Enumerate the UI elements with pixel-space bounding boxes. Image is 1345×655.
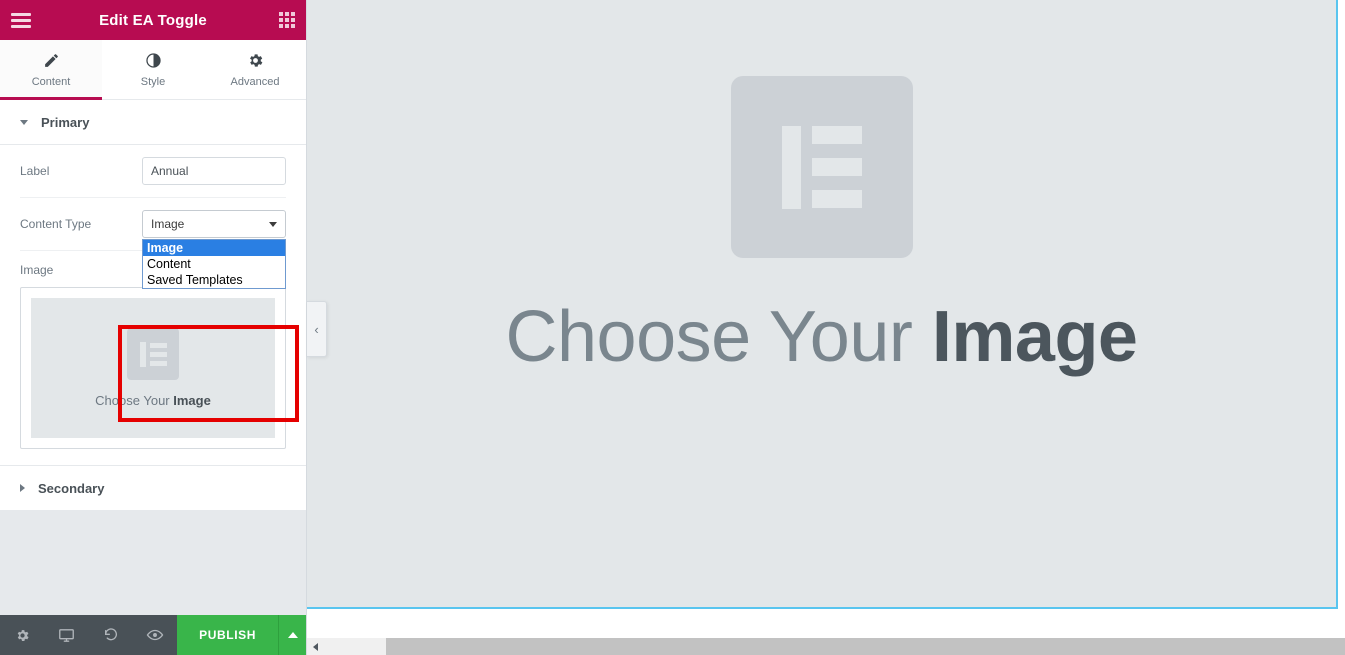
section-secondary-title: Secondary xyxy=(38,480,105,496)
contrast-circle-icon xyxy=(145,52,162,69)
label-input[interactable] xyxy=(142,157,286,185)
caret-up-icon xyxy=(287,632,298,638)
section-primary-title: Primary xyxy=(41,114,90,130)
responsive-monitor-icon[interactable] xyxy=(44,615,88,655)
image-placeholder-caption-normal: Choose Your xyxy=(95,393,174,408)
preview-eye-icon[interactable] xyxy=(133,615,177,655)
panel-collapse-handle[interactable]: ‹ xyxy=(307,301,327,357)
tab-style[interactable]: Style xyxy=(102,40,204,99)
elementor-editor-screen: Edit EA Toggle Content Style Advanced Pr… xyxy=(0,0,1345,655)
section-secondary: Secondary xyxy=(0,465,306,511)
chevron-down-icon xyxy=(269,221,277,227)
tab-content[interactable]: Content xyxy=(0,40,102,100)
hamburger-icon[interactable] xyxy=(11,12,31,28)
content-type-option-saved-templates[interactable]: Saved Templates xyxy=(143,272,285,288)
settings-gear-icon[interactable] xyxy=(0,615,44,655)
scrollbar-thumb[interactable] xyxy=(386,638,1345,655)
content-type-select-wrap: Image Image Content Saved Templates xyxy=(142,210,286,289)
tab-style-label: Style xyxy=(140,75,166,88)
history-revert-icon[interactable] xyxy=(89,615,133,655)
section-secondary-header[interactable]: Secondary xyxy=(0,466,306,511)
section-primary: Primary Label Content Type xyxy=(0,100,306,465)
pencil-icon xyxy=(43,52,60,69)
image-placeholder[interactable]: Choose Your Image xyxy=(31,298,275,438)
control-content-type-caption: Content Type xyxy=(20,217,92,231)
preview-heading-bold: Image xyxy=(931,297,1138,377)
section-primary-header[interactable]: Primary xyxy=(0,100,306,145)
control-label-caption: Label xyxy=(20,164,50,178)
preview-heading: Choose Your Image xyxy=(506,296,1138,378)
tab-content-label: Content xyxy=(31,75,71,88)
panel-header: Edit EA Toggle xyxy=(0,0,306,40)
image-placeholder-caption-bold: Image xyxy=(173,393,211,408)
control-label: Label xyxy=(20,145,286,197)
content-type-option-content[interactable]: Content xyxy=(143,256,285,272)
canvas-bottom-gap xyxy=(307,609,1345,638)
horizontal-scrollbar[interactable] xyxy=(307,638,1345,655)
chevron-right-icon xyxy=(20,484,25,492)
triangle-left-icon xyxy=(313,642,318,651)
tab-advanced-label: Advanced xyxy=(230,75,280,88)
image-chooser[interactable]: Choose Your Image xyxy=(20,287,286,449)
tab-advanced[interactable]: Advanced xyxy=(204,40,306,99)
panel-tabs: Content Style Advanced xyxy=(0,40,306,100)
chevron-left-icon: ‹ xyxy=(314,321,319,337)
publish-button[interactable]: PUBLISH xyxy=(177,615,278,655)
control-image-caption: Image xyxy=(20,263,54,277)
chevron-down-icon xyxy=(20,119,28,125)
gear-icon xyxy=(247,52,264,69)
scroll-left-button[interactable] xyxy=(307,638,324,655)
content-type-selected-value: Image xyxy=(151,217,185,231)
panel-body: Primary Label Content Type xyxy=(0,100,306,615)
control-label-field xyxy=(142,157,286,185)
image-placeholder-caption: Choose Your Image xyxy=(95,393,211,408)
preview-heading-normal: Choose Your xyxy=(505,297,932,377)
panel-footer: PUBLISH xyxy=(0,615,306,655)
editor-panel: Edit EA Toggle Content Style Advanced Pr… xyxy=(0,0,307,655)
section-primary-body: Label Content Type Image xyxy=(0,145,306,465)
preview-canvas: Choose Your Image xyxy=(307,0,1345,655)
control-content-type: Content Type Image Image Content Saved T… xyxy=(20,197,286,289)
control-content-type-field: Image Image Content Saved Templates xyxy=(142,210,286,289)
publish-options-button[interactable] xyxy=(278,615,306,655)
page-title: Edit EA Toggle xyxy=(99,11,207,29)
grid-apps-icon[interactable] xyxy=(279,12,295,28)
preview-section[interactable]: Choose Your Image xyxy=(307,0,1338,609)
content-type-select[interactable]: Image xyxy=(142,210,286,238)
elementor-logo-icon xyxy=(127,328,179,380)
elementor-logo-icon xyxy=(730,76,913,258)
content-type-option-list: Image Content Saved Templates xyxy=(142,239,286,289)
content-type-option-image[interactable]: Image xyxy=(143,240,285,256)
publish-group: PUBLISH xyxy=(177,615,306,655)
